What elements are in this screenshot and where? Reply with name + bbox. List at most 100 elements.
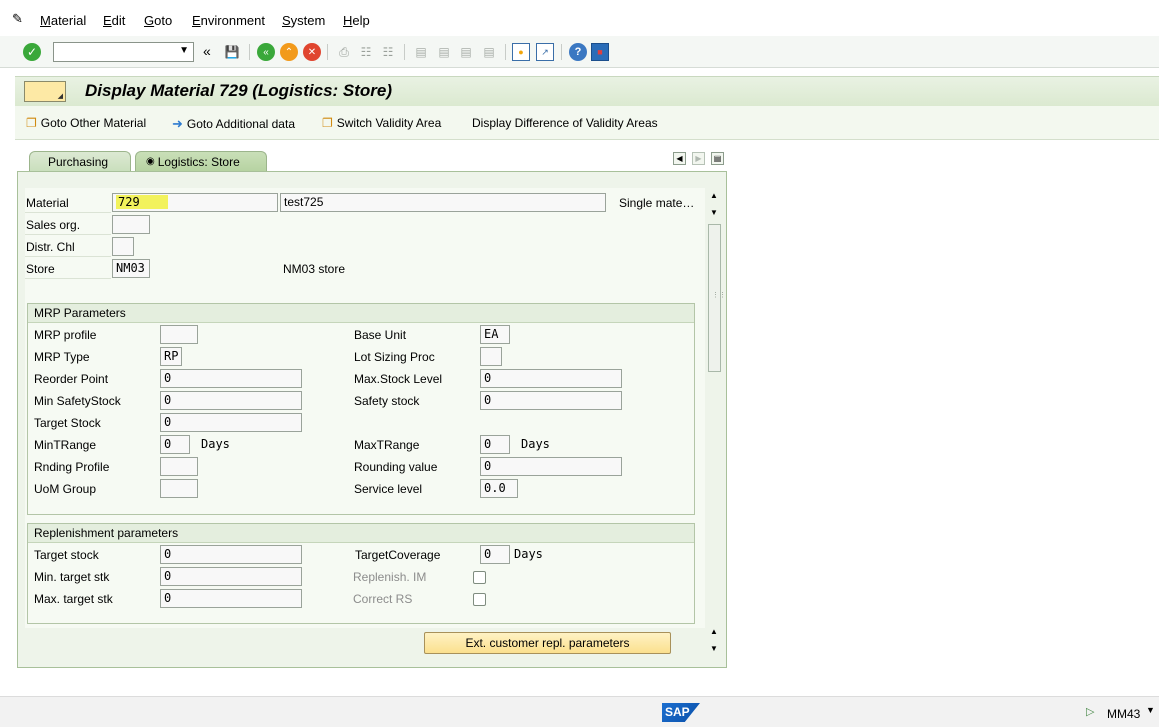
mrp-profile-label: MRP profile	[34, 328, 97, 342]
rounding-value-field[interactable]: 0	[480, 457, 622, 476]
reorder-point-label: Reorder Point	[34, 372, 109, 386]
title-bar: ◢ Display Material 729 (Logistics: Store…	[15, 76, 1159, 106]
print-icon[interactable]: ⎙	[335, 43, 353, 61]
application-toolbar: ❐ Goto Other Material ➜ Goto Additional …	[15, 106, 1159, 140]
first-page-icon[interactable]: ▤	[412, 43, 430, 61]
reorder-point-field[interactable]: 0	[160, 369, 302, 388]
tab-purchasing[interactable]: Purchasing	[29, 151, 131, 171]
safety-stock-field[interactable]: 0	[480, 391, 622, 410]
scroll-up-icon[interactable]: ▲	[710, 191, 718, 200]
save-icon[interactable]: 💾	[223, 43, 241, 61]
menu-edit[interactable]: Edit	[103, 13, 125, 28]
target-coverage-unit: Days	[514, 547, 543, 561]
max-trange-field[interactable]: 0	[480, 435, 510, 454]
status-dropdown-icon[interactable]: ▼	[1146, 705, 1155, 715]
scroll-grip-icon: ⋮⋮	[712, 292, 726, 299]
replenishment-parameters-title: Replenishment parameters	[28, 524, 694, 543]
exit-icon[interactable]: ⌃	[280, 43, 298, 61]
max-trange-label: MaxTRange	[354, 438, 420, 452]
menu-environment[interactable]: Environment	[192, 13, 265, 28]
menu-goto[interactable]: Goto	[144, 13, 172, 28]
min-safety-stock-field[interactable]: 0	[160, 391, 302, 410]
menu-material[interactable]: Material	[40, 13, 86, 28]
chevron-down-icon[interactable]: ▼	[179, 45, 189, 56]
find-next-icon[interactable]: ☷	[379, 43, 397, 61]
min-trange-unit: Days	[201, 437, 230, 451]
cancel-icon[interactable]: ✕	[303, 43, 321, 61]
correct-rs-checkbox[interactable]	[473, 593, 486, 606]
scroll-down-icon[interactable]: ▼	[710, 208, 718, 217]
distr-chl-field[interactable]	[112, 237, 134, 256]
lot-sizing-field[interactable]	[480, 347, 502, 366]
base-unit-field[interactable]: EA	[480, 325, 510, 344]
max-stock-level-field[interactable]: 0	[480, 369, 622, 388]
target-stock-field[interactable]: 0	[160, 413, 302, 432]
sales-org-label: Sales org.	[26, 218, 81, 232]
min-target-stk-field[interactable]: 0	[160, 567, 302, 586]
new-session-icon[interactable]: ●	[512, 43, 530, 61]
vertical-scrollbar[interactable]: ▲ ▼ ⋮⋮	[707, 188, 726, 628]
target-coverage-field[interactable]: 0	[480, 545, 510, 564]
service-level-field[interactable]: 0.0	[480, 479, 518, 498]
uom-group-field[interactable]	[160, 479, 198, 498]
status-bar: SAP ▷ MM43 ▼	[0, 696, 1159, 727]
status-indicator-button[interactable]: ◢	[24, 81, 66, 102]
store-label: Store	[26, 262, 55, 276]
tab-scroll-left-icon[interactable]: ◀	[673, 152, 686, 165]
toolbar-separator	[249, 44, 250, 60]
toolbar-separator	[561, 44, 562, 60]
tab-list-icon[interactable]: ▤	[711, 152, 724, 165]
tab-logistics-store[interactable]: ◉ Logistics: Store	[135, 151, 267, 171]
play-icon[interactable]: ▷	[1086, 705, 1094, 718]
sales-org-field[interactable]	[112, 215, 150, 234]
min-target-stk-label: Min. target stk	[34, 570, 110, 584]
tab-scroll-right-icon[interactable]: ▶	[692, 152, 705, 165]
material-field[interactable]: 729	[112, 193, 278, 212]
scroll-down-bottom-icon[interactable]: ▼	[710, 644, 718, 653]
find-icon[interactable]: ☷	[357, 43, 375, 61]
store-field[interactable]: NM03	[112, 259, 150, 278]
corner-marker-icon: ◢	[57, 93, 63, 100]
service-level-label: Service level	[354, 482, 423, 496]
repl-target-stock-field[interactable]: 0	[160, 545, 302, 564]
last-page-icon[interactable]: ▤	[480, 43, 498, 61]
material-type-text: Single mate…	[619, 196, 695, 210]
previous-page-icon[interactable]: ▤	[435, 43, 453, 61]
menu-help[interactable]: Help	[343, 13, 370, 28]
max-trange-unit: Days	[521, 437, 550, 451]
mrp-profile-field[interactable]	[160, 325, 198, 344]
ext-customer-repl-button[interactable]: Ext. customer repl. parameters	[424, 632, 671, 654]
correct-rs-label: Correct RS	[353, 592, 413, 606]
uom-group-label: UoM Group	[34, 482, 97, 496]
switch-validity-area-button[interactable]: ❐ Switch Validity Area	[322, 116, 441, 130]
double-left-icon[interactable]: «	[203, 43, 211, 59]
command-field[interactable]: ▼	[53, 42, 194, 62]
scroll-up-bottom-icon[interactable]: ▲	[710, 627, 718, 636]
enter-icon[interactable]: ✓	[23, 43, 41, 61]
goto-additional-data-button[interactable]: ➜ Goto Additional data	[172, 116, 295, 132]
scroll-thumb[interactable]: ⋮⋮	[708, 224, 726, 372]
max-target-stk-field[interactable]: 0	[160, 589, 302, 608]
back-icon[interactable]: «	[257, 43, 275, 61]
next-page-icon[interactable]: ▤	[457, 43, 475, 61]
goto-other-material-button[interactable]: ❐ Goto Other Material	[26, 116, 146, 130]
help-icon[interactable]: ?	[569, 43, 587, 61]
mrp-type-label: MRP Type	[34, 350, 90, 364]
menu-icon[interactable]: ✎	[12, 11, 23, 27]
sap-logo: SAP	[662, 703, 700, 722]
replenish-im-checkbox[interactable]	[473, 571, 486, 584]
shortcut-icon[interactable]: ↗	[536, 43, 554, 61]
rnding-profile-label: Rnding Profile	[34, 460, 110, 474]
goto-other-material-icon: ❐	[26, 116, 37, 130]
min-trange-field[interactable]: 0	[160, 435, 190, 454]
mrp-type-field[interactable]: RP	[160, 347, 182, 366]
menu-system[interactable]: System	[282, 13, 325, 28]
min-trange-label: MinTRange	[34, 438, 97, 452]
display-difference-button[interactable]: Display Difference of Validity Areas	[472, 116, 658, 130]
rnding-profile-field[interactable]	[160, 457, 198, 476]
ext-customer-repl-label: Ext. customer repl. parameters	[465, 636, 630, 650]
material-description-field[interactable]: test725	[280, 193, 606, 212]
toolbar-separator	[505, 44, 506, 60]
toolbar-separator	[404, 44, 405, 60]
customize-layout-icon[interactable]: ■	[591, 43, 609, 61]
